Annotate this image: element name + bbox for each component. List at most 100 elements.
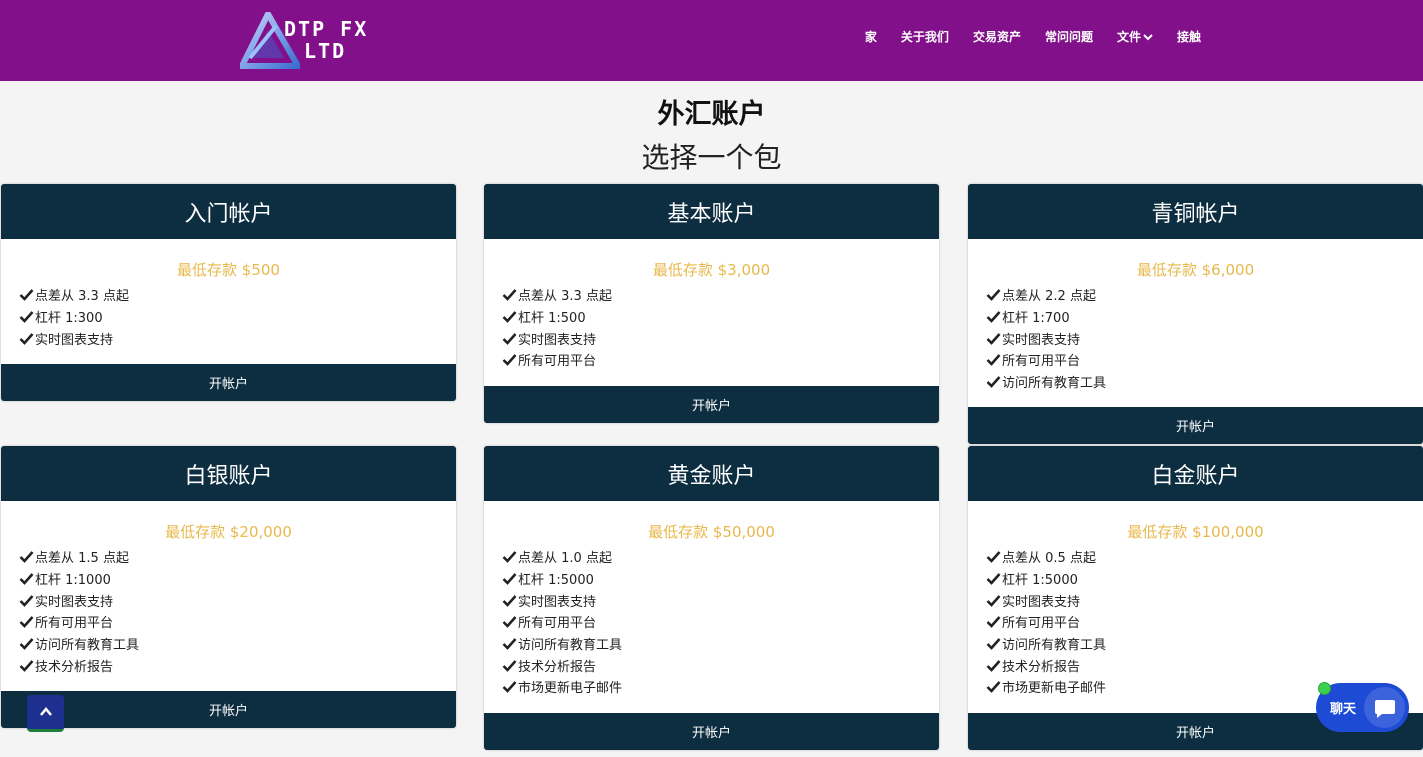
card-min-deposit: 最低存款 $100,000 <box>1127 523 1264 541</box>
brand-logo[interactable]: DTP FX LTD <box>237 7 370 70</box>
check-icon <box>502 332 517 345</box>
feature-item: 所有可用平台 <box>986 349 1405 371</box>
check-icon <box>19 332 34 345</box>
feature-label: 杠杆 1:1000 <box>35 573 111 589</box>
open-account-button[interactable]: 开帐户 <box>484 713 939 750</box>
feature-item: 技术分析报告 <box>19 654 438 676</box>
card-min-deposit: 最低存款 $500 <box>177 261 280 279</box>
feature-label: 杠杆 1:5000 <box>1002 573 1078 589</box>
nav-documents-dropdown[interactable]: 文件 <box>1117 28 1153 45</box>
feature-label: 点差从 1.5 点起 <box>35 551 129 567</box>
card-min-deposit: 最低存款 $3,000 <box>652 261 771 279</box>
check-icon <box>986 594 1001 607</box>
main-nav: 家 关于我们 交易资产 常问问题 文件 接触 <box>865 28 1201 45</box>
feature-item: 实时图表支持 <box>502 589 921 611</box>
check-icon <box>19 659 34 672</box>
card-title: 入门帐户 <box>1 184 456 239</box>
nav-about[interactable]: 关于我们 <box>901 28 949 45</box>
feature-label: 市场更新电子邮件 <box>518 681 623 697</box>
account-card: 白银账户 最低存款 $20,000 点差从 1.5 点起 杠杆 1:1000 实时图表支… <box>1 446 456 728</box>
feature-item: 访问所有教育工具 <box>986 371 1405 393</box>
nav-faq-label: 常问问题 <box>1044 30 1093 44</box>
card-body: 最低存款 $50,000 点差从 1.0 点起 杠杆 1:5000 实时图表支持 所有可… <box>484 501 939 698</box>
feature-item: 访问所有教育工具 <box>502 633 921 655</box>
check-icon <box>19 573 34 585</box>
feature-item: 杠杆 1:500 <box>502 306 921 328</box>
check-icon <box>986 376 1001 388</box>
chat-label: 聊天 <box>1330 702 1357 717</box>
feature-label: 技术分析报告 <box>35 659 114 675</box>
feature-label: 市场更新电子邮件 <box>1002 681 1107 697</box>
scroll-to-top-button[interactable] <box>27 695 64 732</box>
nav-home[interactable]: 家 <box>865 28 877 45</box>
feature-item: 所有可用平台 <box>502 611 921 633</box>
online-status-dot <box>1318 682 1331 695</box>
feature-label: 杠杆 1:300 <box>35 311 103 327</box>
feature-item: 实时图表支持 <box>19 589 438 611</box>
card-body: 最低存款 $3,000 点差从 3.3 点起 杠杆 1:500 实时图表支持 所有可用平… <box>484 239 939 371</box>
feature-item: 点差从 3.3 点起 <box>19 284 438 306</box>
nav-faq[interactable]: 常问问题 <box>1045 28 1093 45</box>
brand-name: DTP FX LTD <box>284 18 368 62</box>
feature-label: 技术分析报告 <box>1002 659 1081 675</box>
feature-label: 点差从 1.0 点起 <box>518 551 612 567</box>
feature-label: 访问所有教育工具 <box>35 638 140 654</box>
feature-item: 实时图表支持 <box>986 327 1405 349</box>
card-body: 最低存款 $6,000 点差从 2.2 点起 杠杆 1:700 实时图表支持 所有可用平… <box>968 239 1423 392</box>
nav-assets[interactable]: 交易资产 <box>973 28 1021 45</box>
feature-item: 杠杆 1:5000 <box>502 568 921 590</box>
feature-label: 点差从 3.3 点起 <box>518 289 612 305</box>
check-icon <box>19 551 34 564</box>
check-icon <box>986 573 1001 585</box>
open-account-button[interactable]: 开帐户 <box>968 407 1423 444</box>
feature-label: 实时图表支持 <box>35 594 114 610</box>
account-card: 入门帐户最低存款 $500 点差从 3.3 点起 杠杆 1:300 实时图表支持开帐户 <box>1 184 456 401</box>
feature-label: 访问所有教育工具 <box>1002 376 1107 392</box>
page-title: 外汇账户 <box>657 99 766 130</box>
feature-item: 实时图表支持 <box>19 327 438 349</box>
account-card: 黄金账户 最低存款 $50,000 点差从 1.0 点起 杠杆 1:5000 实时图表支… <box>484 446 939 750</box>
feature-label: 所有可用平台 <box>1002 616 1081 632</box>
open-account-button[interactable]: 开帐户 <box>1 364 456 401</box>
feature-label: 点差从 3.3 点起 <box>35 289 129 305</box>
card-body: 最低存款 $20,000 点差从 1.5 点起 杠杆 1:1000 实时图表支持 所有可… <box>1 501 456 676</box>
feature-label: 杠杆 1:500 <box>518 311 586 327</box>
nav-home-label: 家 <box>864 30 877 44</box>
feature-label: 所有可用平台 <box>35 616 114 632</box>
top-navbar: DTP FX LTD 家 关于我们 交易资产 常问问题 文件 接触 <box>0 0 1423 81</box>
check-icon <box>986 289 1001 302</box>
feature-label: 实时图表支持 <box>1002 332 1081 348</box>
check-icon <box>986 659 1001 672</box>
feature-label: 实时图表支持 <box>518 594 597 610</box>
chevron-down-icon <box>1143 33 1153 40</box>
nav-contact-label: 接触 <box>1176 30 1201 44</box>
open-account-button[interactable]: 开帐户 <box>484 386 939 423</box>
feature-label: 访问所有教育工具 <box>518 638 623 654</box>
check-icon <box>986 551 1001 564</box>
card-min-deposit: 最低存款 $20,000 <box>165 523 292 541</box>
check-icon <box>502 659 517 672</box>
feature-item: 杠杆 1:700 <box>986 306 1405 328</box>
feature-item: 所有可用平台 <box>986 611 1405 633</box>
check-icon <box>502 594 517 607</box>
feature-item: 访问所有教育工具 <box>19 633 438 655</box>
chat-widget-button[interactable]: 聊天 <box>1316 682 1409 732</box>
nav-assets-label: 交易资产 <box>972 30 1021 44</box>
open-account-button[interactable]: 开帐户 <box>1 691 456 728</box>
feature-item: 点差从 1.0 点起 <box>502 546 921 568</box>
feature-item: 杠杆 1:5000 <box>986 568 1405 590</box>
account-card: 青铜帐户 最低存款 $6,000 点差从 2.2 点起 杠杆 1:700 实时图表支持所… <box>968 184 1423 444</box>
check-icon <box>502 311 517 323</box>
page-subtitle: 选择一个包 <box>641 141 782 174</box>
feature-label: 杠杆 1:700 <box>1002 311 1070 327</box>
account-card: 基本账户 最低存款 $3,000 点差从 3.3 点起 杠杆 1:500 实时图表支持所… <box>484 184 939 423</box>
check-icon <box>19 638 34 650</box>
check-icon <box>502 573 517 585</box>
nav-contact[interactable]: 接触 <box>1177 28 1201 45</box>
feature-item: 实时图表支持 <box>986 589 1405 611</box>
check-icon <box>986 354 1001 367</box>
feature-item: 杠杆 1:300 <box>19 306 438 328</box>
card-title: 黄金账户 <box>484 446 939 501</box>
feature-item: 技术分析报告 <box>502 654 921 676</box>
card-title: 基本账户 <box>484 184 939 239</box>
